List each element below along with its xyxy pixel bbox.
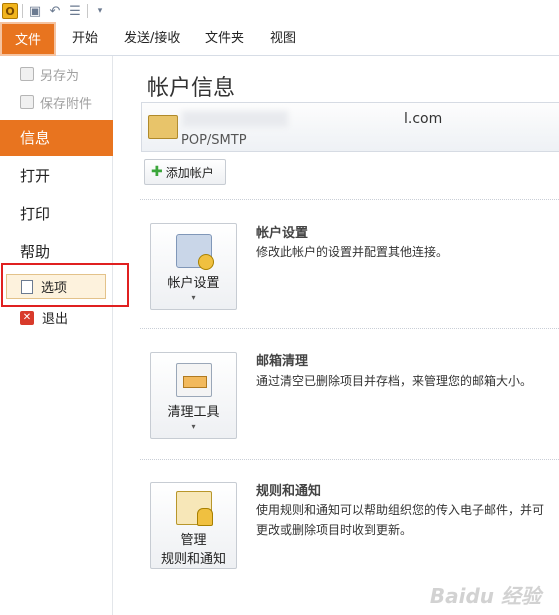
account-type: POP/SMTP: [181, 133, 247, 148]
tab-view[interactable]: 视图: [270, 22, 296, 56]
manage-rules-button[interactable]: 管理 规则和通知: [150, 482, 237, 569]
save-as-icon: [20, 67, 34, 81]
page-title: 帐户信息: [147, 76, 236, 101]
nav-save-as-label: 另存为: [40, 68, 80, 84]
account-settings-icon: [175, 234, 214, 270]
save-icon[interactable]: ▣: [27, 3, 43, 19]
dropdown-arrow-icon: ▾: [191, 293, 196, 302]
dropdown-arrow-icon: ▾: [191, 422, 196, 431]
backstage-nav: 另存为 保存附件 信息 打开 打印 帮助 选项 ✕ 退出: [0, 56, 129, 615]
account-selector[interactable]: l.com POP/SMTP: [141, 102, 559, 152]
nav-exit[interactable]: ✕ 退出: [20, 308, 68, 327]
account-email: l.com: [404, 111, 443, 127]
cleanup-tools-button-label: 清理工具: [167, 405, 220, 420]
undo-icon[interactable]: ↶: [47, 3, 63, 19]
section-desc-mailbox-cleanup: 通过清空已删除项目并存档，来管理您的邮箱大小。: [256, 374, 533, 388]
attachment-icon: [20, 95, 34, 109]
divider: [140, 459, 559, 460]
quick-access-toolbar: O ▣ ↶ ☰ ▾: [0, 0, 559, 22]
toolbar-separator: [22, 4, 23, 18]
add-account-label: 添加帐户: [165, 165, 214, 180]
divider: [140, 328, 559, 329]
nav-open[interactable]: 打开: [0, 158, 113, 194]
tab-folder[interactable]: 文件夹: [205, 22, 244, 56]
section-title-account-settings: 帐户设置: [256, 226, 309, 241]
redacted-email: [182, 111, 288, 127]
section-desc-rules-alerts-2: 更改或删除项目时收到更新。: [256, 523, 413, 537]
tab-home[interactable]: 开始: [72, 22, 98, 56]
account-settings-button-label: 帐户设置: [167, 276, 220, 291]
account-settings-button[interactable]: 帐户设置 ▾: [150, 223, 237, 310]
nav-save-as[interactable]: 另存为: [0, 61, 113, 87]
manage-rules-button-line2: 规则和通知: [160, 552, 226, 567]
toolbar-separator: [87, 4, 88, 18]
manage-rules-button-line1: 管理: [180, 533, 207, 548]
customize-icon[interactable]: ☰: [67, 3, 83, 19]
section-desc-account-settings: 修改此帐户的设置并配置其他连接。: [256, 245, 449, 259]
nav-options[interactable]: 选项: [6, 274, 106, 299]
rules-alerts-icon: [175, 491, 213, 526]
nav-exit-label: 退出: [42, 312, 69, 327]
ribbon-tabs: 文件 开始 发送/接收 文件夹 视图: [0, 22, 559, 56]
nav-save-attachments-label: 保存附件: [40, 96, 93, 112]
nav-options-label: 选项: [41, 281, 68, 296]
outlook-app-icon[interactable]: O: [2, 3, 18, 19]
section-desc-rules-alerts-1: 使用规则和通知可以帮助组织您的传入电子邮件，并可: [256, 503, 545, 517]
tab-send-receive[interactable]: 发送/接收: [124, 22, 180, 56]
baidu-watermark: Baidu 经验: [429, 584, 541, 608]
add-account-button[interactable]: ✚ 添加帐户: [144, 159, 226, 185]
options-icon: [21, 279, 33, 294]
section-title-rules-alerts: 规则和通知: [256, 484, 322, 499]
divider: [140, 199, 559, 200]
qat-dropdown-icon[interactable]: ▾: [92, 3, 108, 19]
plus-icon: ✚: [151, 164, 163, 180]
nav-help[interactable]: 帮助: [0, 234, 113, 270]
section-title-mailbox-cleanup: 邮箱清理: [256, 354, 309, 369]
cleanup-tools-icon: [175, 363, 212, 397]
nav-save-attachments[interactable]: 保存附件: [0, 89, 113, 115]
exit-icon: ✕: [20, 310, 34, 325]
cleanup-tools-button[interactable]: 清理工具 ▾: [150, 352, 237, 439]
nav-print[interactable]: 打印: [0, 196, 113, 232]
tab-file[interactable]: 文件: [0, 22, 56, 56]
nav-info[interactable]: 信息: [0, 120, 113, 156]
account-folder-icon: [148, 115, 178, 139]
